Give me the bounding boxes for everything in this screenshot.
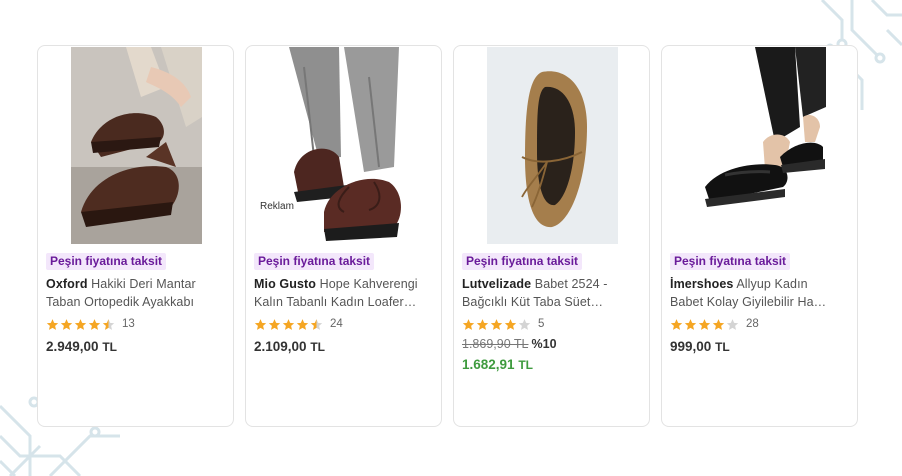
rating-stars (670, 318, 740, 331)
product-brand: Mio Gusto (254, 277, 317, 291)
tan-ballet-flat-image[interactable] (487, 47, 618, 244)
installment-badge: Peşin fiyatına taksit (462, 253, 583, 270)
original-price: 1.869,90 TL (462, 337, 529, 351)
price-currency: TL (518, 358, 533, 372)
rating-stars (46, 318, 116, 331)
product-card[interactable]: Peşin fiyatına taksit Oxford Hakiki Deri… (37, 45, 234, 427)
product-title-text: Allyup Kadın (733, 277, 808, 291)
star-empty-icon (518, 318, 531, 330)
star-full-icon (74, 318, 87, 330)
product-price: 2.109,00 TL (254, 339, 325, 354)
product-title-text: Hakiki Deri Mantar (87, 277, 196, 291)
product-title[interactable]: Lutvelizade Babet 2524 - Bağcıklı Küt Ta… (462, 275, 644, 311)
star-full-icon (490, 318, 503, 330)
product-brand: Lutvelizade (462, 277, 532, 291)
star-full-icon (88, 318, 101, 330)
product-title[interactable]: Oxford Hakiki Deri Mantar Taban Ortopedi… (46, 275, 228, 311)
product-title-line2: Taban Ortopedik Ayakkabı (46, 295, 195, 309)
star-empty-icon (726, 318, 739, 330)
discount-badge: %10 (531, 337, 557, 351)
star-full-icon (504, 318, 517, 330)
installment-badge: Peşin fiyatına taksit (254, 253, 375, 270)
black-mary-jane-shoe-image[interactable] (695, 47, 826, 244)
price-value: 2.109,00 (254, 339, 307, 354)
star-full-icon (684, 318, 697, 330)
price-value: 999,00 (670, 339, 712, 354)
product-title-line2: Kalın Tabanlı Kadın Loafer… (254, 295, 417, 309)
product-title-line2: Bağcıklı Küt Taba Süet… (462, 295, 604, 309)
star-full-icon (46, 318, 59, 330)
review-count: 28 (746, 318, 759, 330)
star-full-icon (60, 318, 73, 330)
price-currency: TL (102, 340, 117, 354)
installment-badge: Peşin fiyatına taksit (670, 253, 791, 270)
product-price: 2.949,00 TL (46, 339, 117, 354)
star-full-icon (712, 318, 725, 330)
brown-lace-up-shoe-image[interactable] (279, 47, 410, 244)
price-value: 2.949,00 (46, 339, 99, 354)
product-title-line2: Babet Kolay Giyilebilir Ha… (670, 295, 827, 309)
star-full-icon (462, 318, 475, 330)
product-brand: İmershoes (670, 277, 734, 291)
review-count: 5 (538, 318, 545, 330)
price-currency: TL (310, 340, 325, 354)
star-half-icon (102, 318, 115, 330)
product-title-text: Hope Kahverengi (316, 277, 418, 291)
product-rating: 13 (46, 317, 135, 331)
original-price-row: 1.869,90 TL %10 (462, 337, 557, 351)
review-count: 13 (122, 318, 135, 330)
product-card[interactable]: Reklam Peşin fiyatına taksit Mio Gusto H… (245, 45, 442, 427)
price-value: 1.682,91 (462, 357, 515, 372)
star-full-icon (296, 318, 309, 330)
star-full-icon (268, 318, 281, 330)
star-full-icon (476, 318, 489, 330)
brown-suede-shoe-image[interactable] (71, 47, 202, 244)
product-title-text: Babet 2524 - (531, 277, 608, 291)
product-rating: 24 (254, 317, 343, 331)
star-full-icon (254, 318, 267, 330)
star-full-icon (698, 318, 711, 330)
review-count: 24 (330, 318, 343, 330)
price-currency: TL (715, 340, 730, 354)
discounted-price: 1.682,91 TL (462, 357, 533, 372)
product-rating: 28 (670, 317, 759, 331)
rating-stars (254, 318, 324, 331)
star-full-icon (670, 318, 683, 330)
product-price: 999,00 TL (670, 339, 730, 354)
rating-stars (462, 318, 532, 331)
product-brand: Oxford (46, 277, 88, 291)
installment-badge: Peşin fiyatına taksit (46, 253, 167, 270)
star-full-icon (282, 318, 295, 330)
product-rating: 5 (462, 317, 544, 331)
product-card[interactable]: Peşin fiyatına taksit İmershoes Allyup K… (661, 45, 858, 427)
product-title[interactable]: Mio Gusto Hope Kahverengi Kalın Tabanlı … (254, 275, 436, 311)
product-title[interactable]: İmershoes Allyup Kadın Babet Kolay Giyil… (670, 275, 852, 311)
product-card[interactable]: Peşin fiyatına taksit Lutvelizade Babet … (453, 45, 650, 427)
sponsored-label: Reklam (257, 200, 297, 213)
star-half-icon (310, 318, 323, 330)
